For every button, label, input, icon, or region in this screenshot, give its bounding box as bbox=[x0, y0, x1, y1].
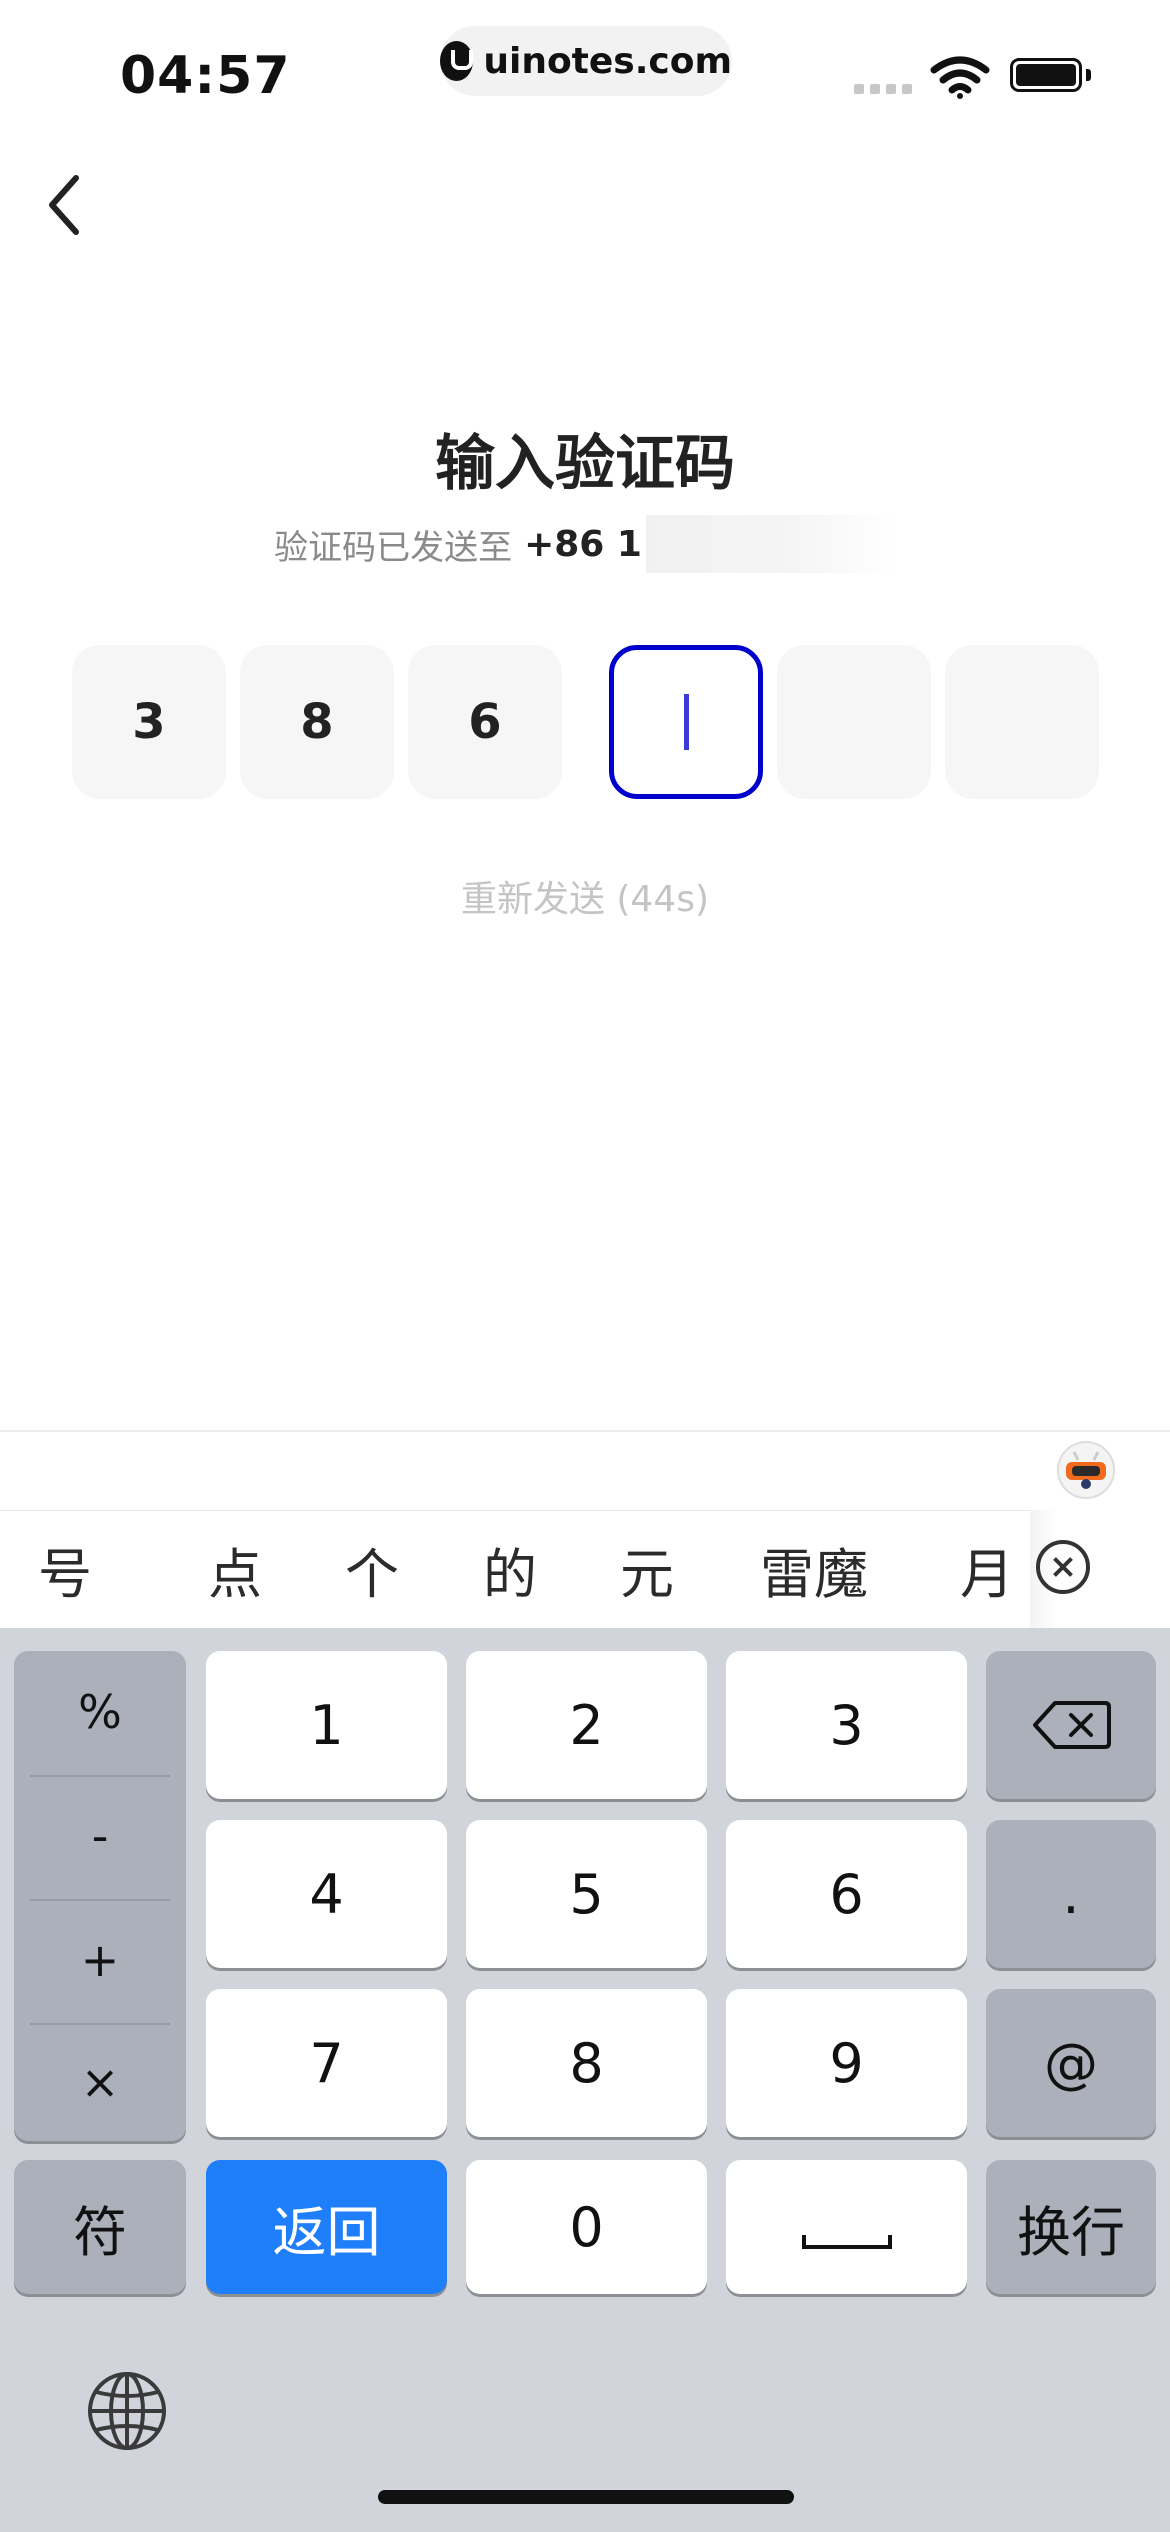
key-percent[interactable]: % bbox=[14, 1651, 186, 1773]
key-7[interactable]: 7 bbox=[206, 1989, 447, 2137]
battery-icon bbox=[1010, 58, 1082, 92]
url-pill[interactable]: uinotes.com bbox=[440, 26, 732, 96]
key-dot[interactable]: . bbox=[986, 1820, 1156, 1968]
key-at[interactable]: @ bbox=[986, 1989, 1156, 2137]
key-9[interactable]: 9 bbox=[726, 1989, 967, 2137]
code-digit-6[interactable] bbox=[945, 645, 1099, 799]
candidate-1[interactable]: 号 bbox=[38, 1530, 92, 1609]
backspace-icon bbox=[1033, 1701, 1111, 1749]
space-icon bbox=[801, 2235, 892, 2249]
battery-tip bbox=[1086, 69, 1091, 81]
url-text: uinotes.com bbox=[483, 40, 732, 82]
backspace-key[interactable] bbox=[986, 1651, 1156, 1799]
candidate-4[interactable]: 的 bbox=[483, 1530, 537, 1609]
resend-countdown: 重新发送 (44s) bbox=[460, 879, 710, 920]
sent-to-label: 验证码已发送至 bbox=[274, 527, 513, 568]
candidate-2[interactable]: 点 bbox=[208, 1530, 262, 1609]
site-logo-icon bbox=[440, 41, 474, 81]
key-plus[interactable]: + bbox=[14, 1899, 186, 2021]
symbols-key[interactable]: 符 bbox=[14, 2160, 186, 2294]
phone-redaction bbox=[645, 515, 896, 573]
globe-icon[interactable] bbox=[86, 2370, 168, 2452]
code-digit-3[interactable]: 6 bbox=[408, 645, 562, 799]
key-8[interactable]: 8 bbox=[466, 1989, 707, 2137]
key-1[interactable]: 1 bbox=[206, 1651, 447, 1799]
home-indicator[interactable] bbox=[378, 2490, 794, 2504]
space-key[interactable] bbox=[726, 2160, 967, 2294]
clear-candidates-icon[interactable] bbox=[1036, 1540, 1090, 1594]
return-key[interactable]: 返回 bbox=[206, 2160, 447, 2294]
candidate-7[interactable]: 月 bbox=[960, 1530, 1014, 1609]
phone-number: +86 1 bbox=[524, 523, 642, 565]
page-title: 输入验证码 bbox=[435, 429, 735, 499]
code-digit-2[interactable]: 8 bbox=[240, 645, 394, 799]
symbol-column[interactable]: % - + × bbox=[14, 1651, 186, 2141]
candidate-6[interactable]: 雷魔 bbox=[760, 1530, 868, 1609]
text-caret bbox=[683, 694, 689, 750]
sent-to-line: 验证码已发送至 +86 1 bbox=[0, 515, 1170, 573]
candidate-3[interactable]: 个 bbox=[345, 1530, 399, 1609]
cellular-signal-icon bbox=[854, 84, 912, 94]
candidate-5[interactable]: 元 bbox=[620, 1530, 674, 1609]
key-6[interactable]: 6 bbox=[726, 1820, 967, 1968]
key-3[interactable]: 3 bbox=[726, 1651, 967, 1799]
code-digit-1[interactable]: 3 bbox=[72, 645, 226, 799]
key-multiply[interactable]: × bbox=[14, 2021, 186, 2143]
status-time: 04:57 bbox=[120, 46, 291, 106]
keyboard-divider bbox=[0, 1430, 1170, 1432]
wifi-icon bbox=[930, 56, 990, 99]
code-digit-5[interactable] bbox=[777, 645, 931, 799]
key-4[interactable]: 4 bbox=[206, 1820, 447, 1968]
code-digit-4-active[interactable] bbox=[609, 645, 763, 799]
key-0[interactable]: 0 bbox=[466, 2160, 707, 2294]
key-5[interactable]: 5 bbox=[466, 1820, 707, 1968]
key-2[interactable]: 2 bbox=[466, 1651, 707, 1799]
assistant-robot-icon[interactable] bbox=[1056, 1440, 1116, 1500]
key-minus[interactable]: - bbox=[14, 1775, 186, 1897]
newline-key[interactable]: 换行 bbox=[986, 2160, 1156, 2294]
back-arrow-icon[interactable] bbox=[40, 170, 96, 240]
